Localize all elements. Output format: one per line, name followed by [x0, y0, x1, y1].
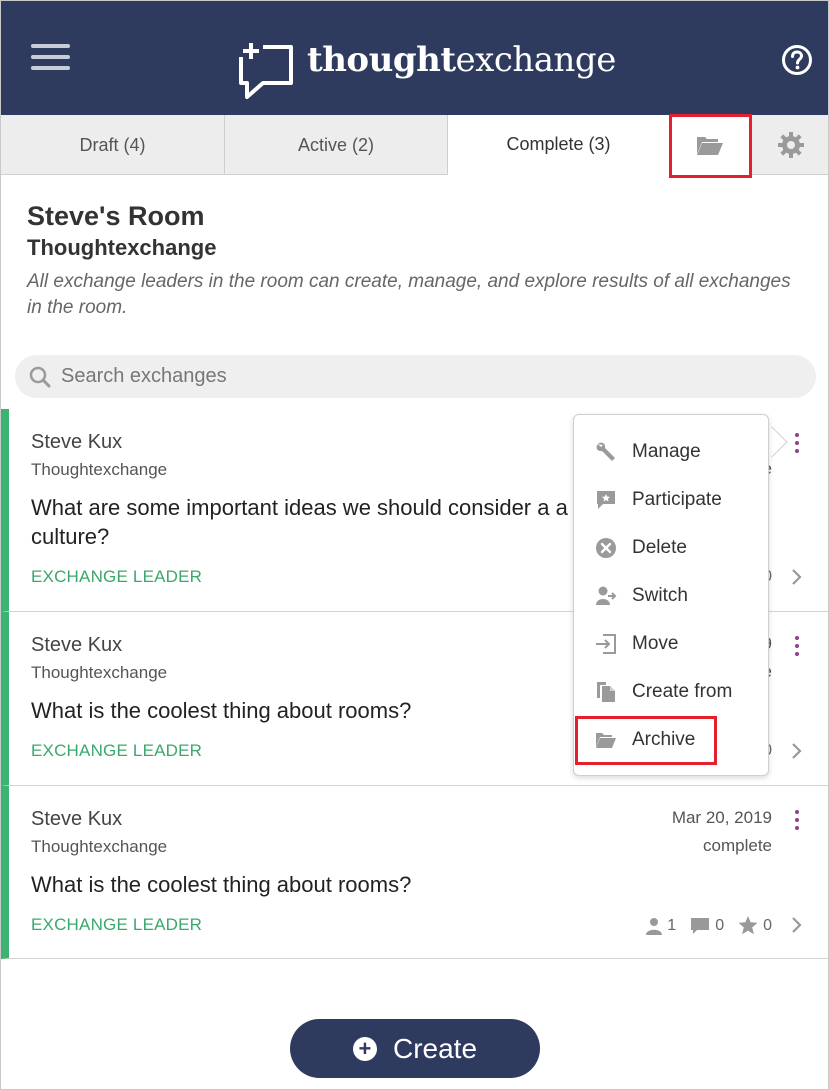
more-options-icon[interactable] [792, 636, 802, 660]
exchange-author: Steve Kux [31, 634, 123, 656]
create-button-label: Create [392, 1032, 478, 1064]
participants-stat: 1 [646, 917, 676, 935]
menu-item-archive[interactable]: Archive [574, 720, 768, 760]
menu-item-label: Participate [632, 489, 722, 510]
participants-count: 1 [667, 916, 677, 934]
exchange-role: EXCHANGE LEADER [31, 915, 203, 934]
star-icon [738, 916, 758, 935]
wrench-icon [596, 442, 615, 461]
exchange-question: What is the coolest thing about rooms? [31, 872, 412, 897]
exchange-card[interactable]: Steve Kux Thoughtexchange What is the co… [1, 786, 828, 959]
exchange-author: Steve Kux [31, 431, 123, 453]
exchange-date: Mar 20, 2019 [671, 808, 772, 827]
person-icon [646, 917, 663, 935]
gear-icon [777, 132, 804, 158]
thoughts-stat: 0 [690, 917, 724, 935]
menu-item-manage[interactable]: Manage [574, 432, 768, 472]
copy-icon [597, 682, 615, 702]
logo-regular-text: exchange [455, 40, 617, 80]
tab-active[interactable]: Active (2) [225, 115, 448, 175]
settings-tab-button[interactable] [751, 115, 828, 175]
exchange-stats: 1 0 0 [632, 916, 772, 935]
search-icon [29, 366, 51, 387]
menu-item-label: Switch [632, 585, 688, 606]
logo-bold-text: thought [307, 40, 456, 80]
more-options-icon[interactable] [792, 433, 802, 457]
tab-draft[interactable]: Draft (4) [1, 115, 225, 175]
switch-icon [596, 586, 617, 605]
comment-icon [691, 917, 710, 934]
thoughts-count: 0 [715, 916, 725, 934]
menu-item-switch[interactable]: Switch [574, 576, 768, 616]
room-title: Steve's Room [27, 201, 205, 231]
folder-open-icon [697, 137, 723, 155]
delete-icon [596, 538, 616, 558]
top-header: thoughtexchange [1, 1, 828, 115]
logo-wordmark: thoughtexchange [307, 40, 616, 80]
archive-tab-button[interactable] [669, 115, 751, 175]
move-icon [596, 634, 616, 654]
logo: thoughtexchange [237, 37, 616, 103]
help-icon[interactable] [781, 44, 813, 76]
room-description: All exchange leaders in the room can cre… [27, 271, 791, 318]
exchange-org: Thoughtexchange [31, 460, 168, 479]
room-org: Thoughtexchange [27, 235, 217, 260]
folder-open-icon [596, 733, 616, 748]
logo-speech-bubble-icon [237, 39, 293, 99]
exchange-role: EXCHANGE LEADER [31, 741, 203, 760]
app-frame: thoughtexchange Draft (4) Active (2) Com… [0, 0, 829, 1090]
search-input[interactable] [61, 365, 761, 388]
participate-icon [597, 491, 615, 509]
hamburger-icon[interactable] [31, 44, 70, 74]
tab-complete[interactable]: Complete (3) [448, 115, 669, 175]
chevron-right-icon[interactable] [790, 741, 804, 761]
exchange-org: Thoughtexchange [31, 837, 168, 856]
search-bar [15, 355, 816, 398]
status-tabs: Draft (4) Active (2) Complete (3) [1, 115, 828, 175]
menu-item-label: Create from [632, 681, 733, 702]
exchange-author: Steve Kux [31, 808, 123, 830]
more-options-icon[interactable] [792, 810, 802, 834]
stars-count: 0 [763, 916, 772, 934]
menu-item-participate[interactable]: Participate [574, 480, 768, 520]
create-button[interactable]: + Create [290, 1019, 540, 1078]
exchange-org: Thoughtexchange [31, 663, 168, 682]
exchange-options-menu: Manage Participate Delete Switch Move Cr… [573, 414, 769, 776]
plus-circle-icon: + [352, 1036, 377, 1061]
menu-item-delete[interactable]: Delete [574, 528, 768, 568]
chevron-right-icon[interactable] [790, 567, 804, 587]
chevron-right-icon[interactable] [790, 915, 804, 935]
menu-item-label: Delete [632, 537, 687, 558]
menu-item-label: Move [632, 633, 679, 654]
exchange-status: complete [703, 836, 772, 855]
menu-item-create-from[interactable]: Create from [574, 672, 768, 712]
exchange-role: EXCHANGE LEADER [31, 567, 203, 586]
menu-item-label: Archive [632, 729, 696, 750]
stars-stat: 0 [738, 916, 772, 935]
menu-item-label: Manage [632, 441, 701, 462]
menu-item-move[interactable]: Move [574, 624, 768, 664]
